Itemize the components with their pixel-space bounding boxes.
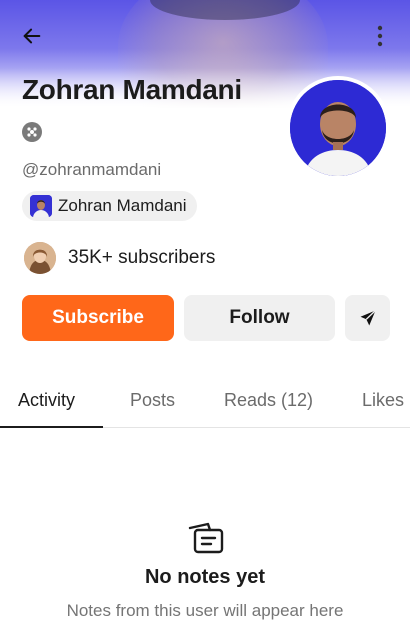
- tab-reads[interactable]: Reads (12): [224, 390, 313, 411]
- back-button[interactable]: [18, 22, 46, 50]
- follow-button[interactable]: Follow: [184, 295, 335, 341]
- publication-chip[interactable]: Zohran Mamdani: [22, 191, 197, 221]
- send-icon: [360, 310, 376, 326]
- subscriber-count: 35K+ subscribers: [68, 247, 216, 268]
- subscribers-row[interactable]: 35K+ subscribers: [24, 242, 215, 274]
- active-tab-indicator: [0, 426, 103, 428]
- vertical-dots-icon: [377, 25, 383, 47]
- publication-name: Zohran Mamdani: [58, 196, 187, 215]
- subscriber-avatar: [24, 242, 56, 274]
- arrow-left-icon: [23, 28, 41, 44]
- tab-activity[interactable]: Activity: [18, 390, 75, 411]
- profile-avatar[interactable]: [286, 76, 390, 180]
- empty-state-subtitle: Notes from this user will appear here: [66, 601, 344, 620]
- profile-name: Zohran Mamdani: [22, 74, 242, 105]
- profile-tabs: Activity Posts Reads (12) Likes: [0, 376, 410, 428]
- publication-logo: [30, 195, 52, 217]
- notes-icon: [188, 522, 224, 554]
- tab-likes[interactable]: Likes: [362, 390, 404, 411]
- profile-handle: @zohranmamdani: [22, 160, 162, 179]
- share-button[interactable]: [345, 295, 390, 341]
- badge-icon: [22, 122, 42, 142]
- subscribe-button[interactable]: Subscribe: [22, 295, 174, 341]
- more-options-button[interactable]: [370, 22, 390, 50]
- empty-state-title: No notes yet: [144, 566, 266, 588]
- action-buttons: Subscribe Follow: [22, 295, 390, 341]
- tab-posts[interactable]: Posts: [130, 390, 175, 411]
